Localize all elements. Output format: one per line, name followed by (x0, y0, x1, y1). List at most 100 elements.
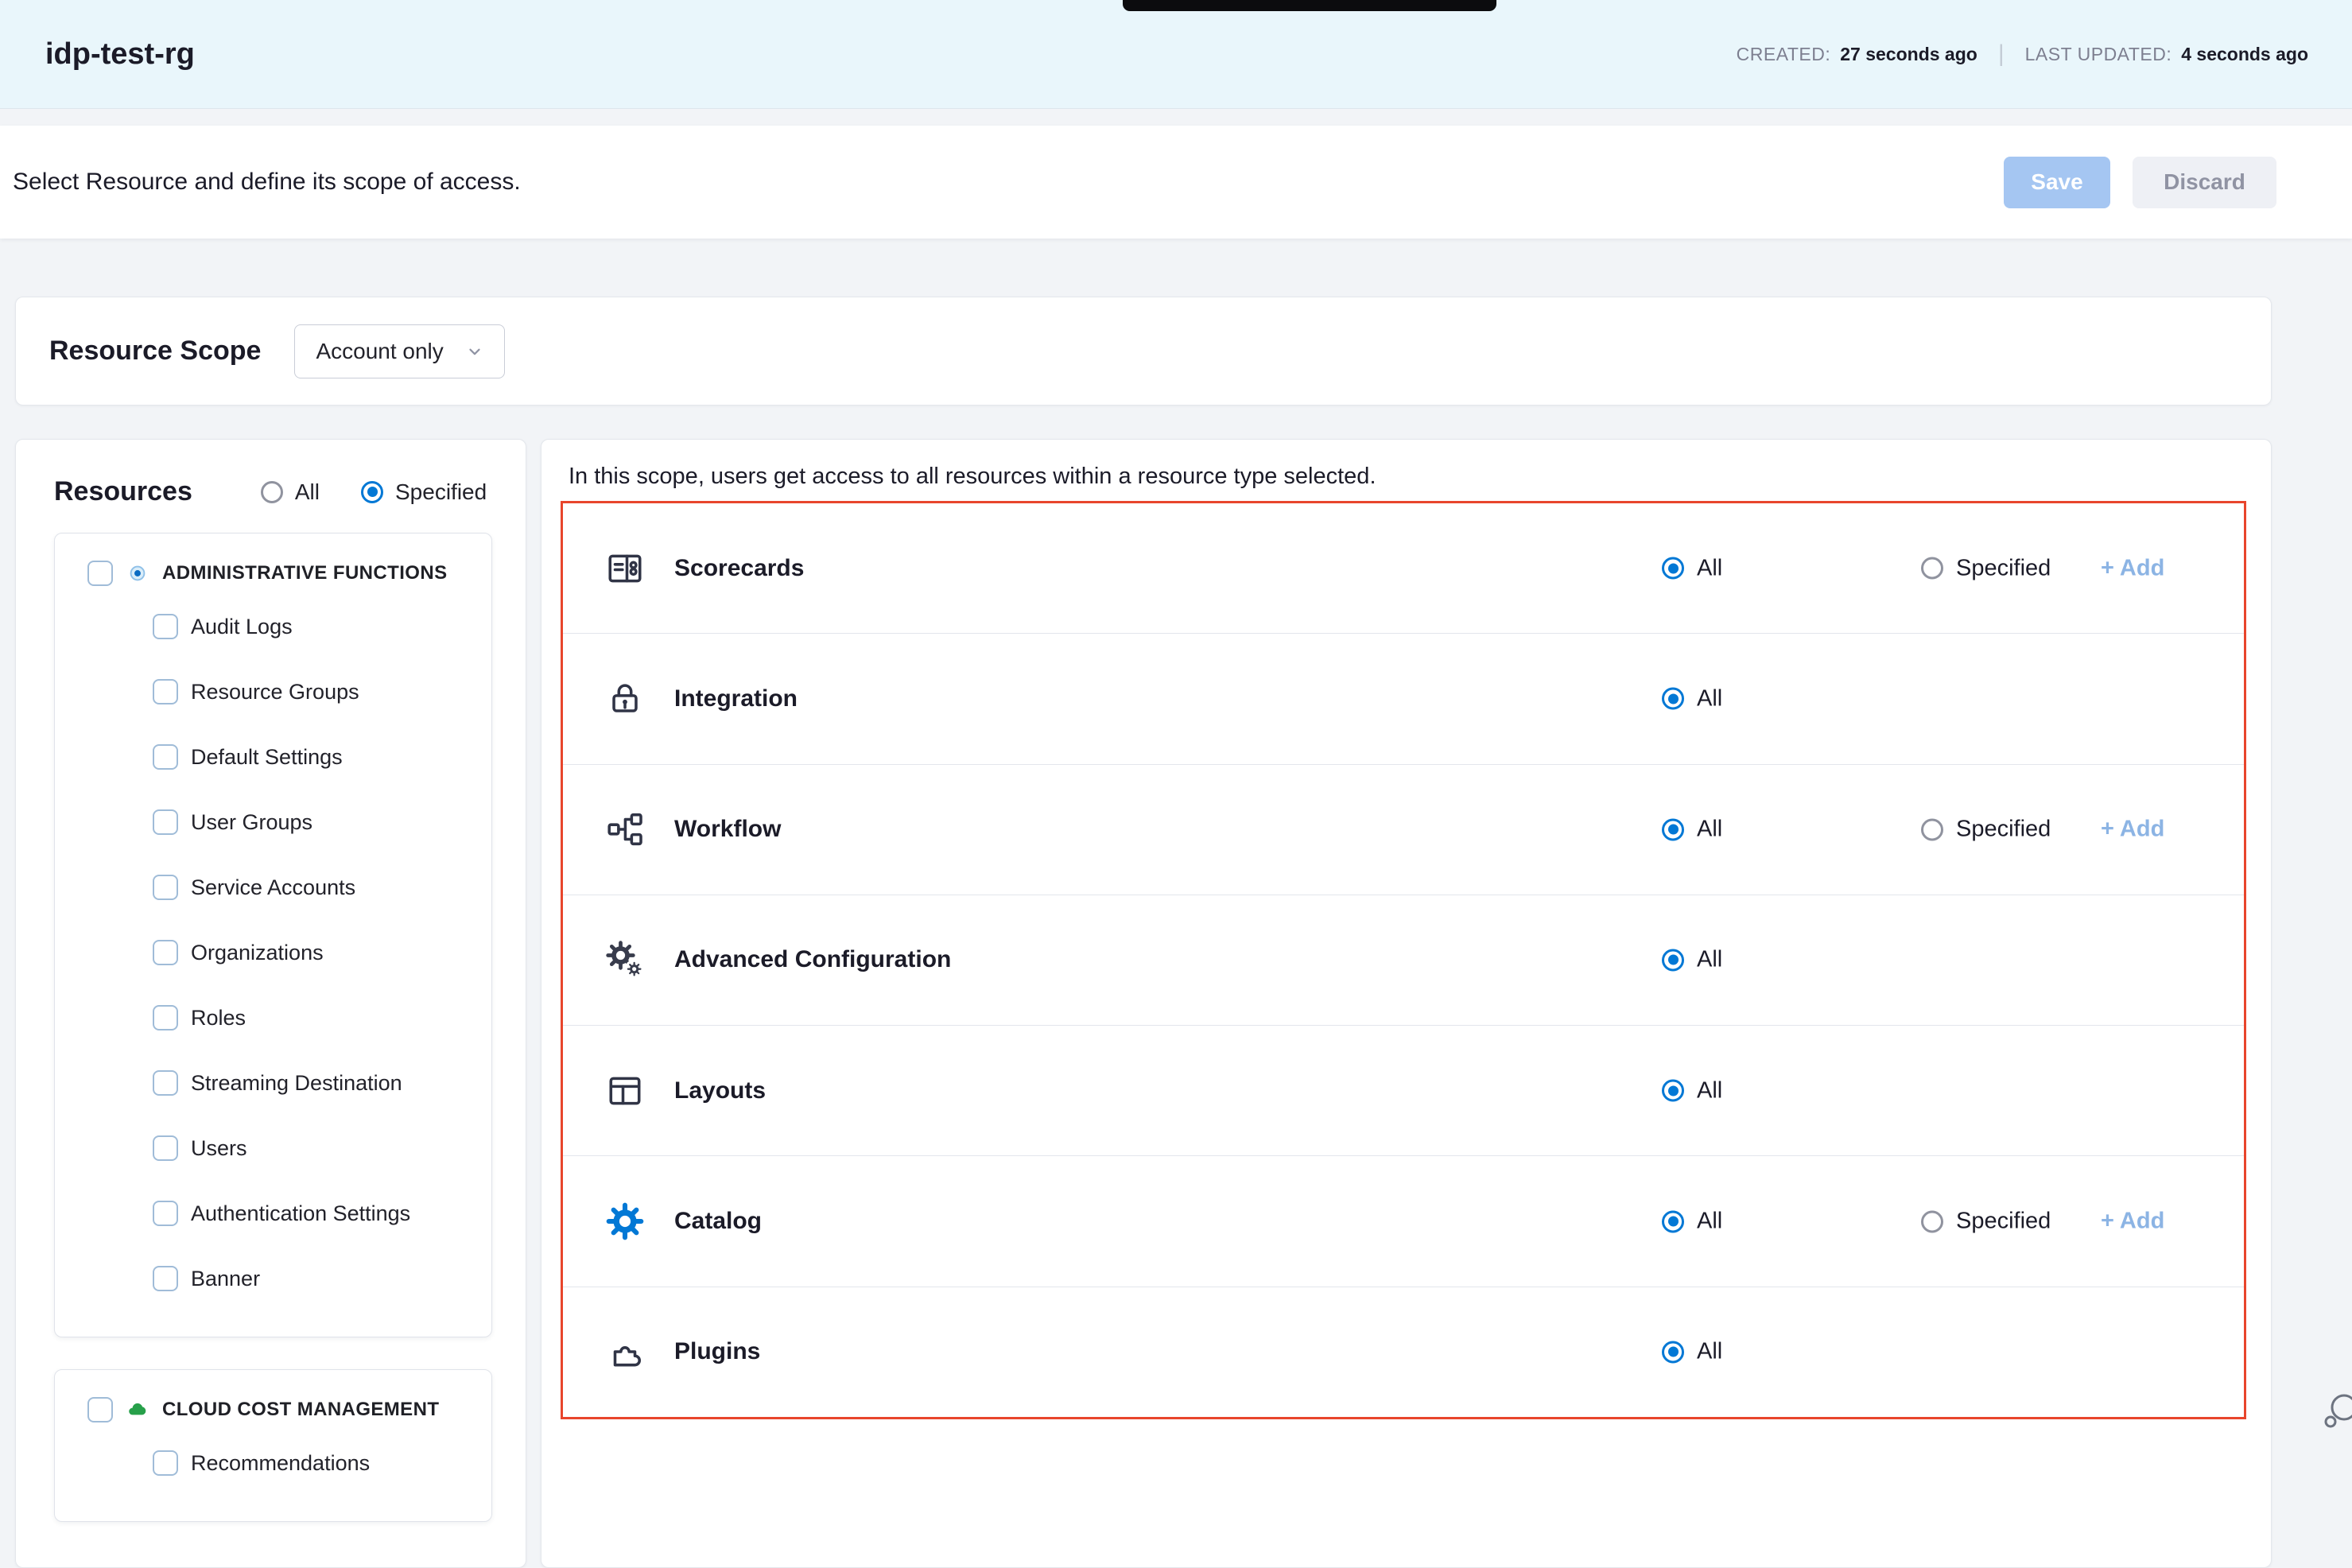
resource-scope-selected: Account only (316, 339, 443, 364)
resource-scope-dropdown[interactable]: Account only (294, 324, 504, 378)
specified-radio[interactable] (1921, 1210, 1943, 1232)
resource-item-row: Streaming Destination (55, 1050, 491, 1116)
scope-access-panel: In this scope, users get access to all r… (541, 439, 2272, 1568)
specified-radio-option[interactable]: Specified (1921, 817, 2051, 843)
all-radio-label: All (1697, 947, 1722, 973)
resource-type-label: Scorecards (674, 555, 804, 582)
group-name: ADMINISTRATIVE FUNCTIONS (162, 562, 447, 584)
add-link[interactable]: + Add (2101, 817, 2164, 843)
updated-value: 4 seconds ago (2181, 44, 2308, 65)
resource-groups: ADMINISTRATIVE FUNCTIONS Audit Logs Reso… (16, 533, 526, 1522)
all-radio-option[interactable]: All (1662, 1339, 1722, 1365)
all-radio-label: All (1697, 685, 1722, 712)
resource-item-row: Authentication Settings (55, 1181, 491, 1246)
item-checkbox[interactable] (153, 679, 178, 704)
resource-type-label: Integration (674, 685, 798, 712)
resource-type-label: Catalog (674, 1208, 762, 1235)
add-link[interactable]: + Add (2101, 1209, 2164, 1235)
all-radio-option[interactable]: All (1662, 555, 1722, 581)
created-value: 27 seconds ago (1840, 44, 1977, 65)
resource-item-label: Streaming Destination (191, 1071, 402, 1096)
discard-button[interactable]: Discard (2133, 157, 2276, 208)
admin-functions-icon (126, 562, 149, 584)
resources-header: Resources All Specified (16, 440, 526, 507)
add-link[interactable]: + Add (2101, 555, 2164, 581)
resource-type-label: Workflow (674, 816, 781, 843)
resource-type-row: Layouts All (563, 1025, 2244, 1155)
resource-item-label: Users (191, 1136, 247, 1161)
item-checkbox[interactable] (153, 744, 178, 770)
resource-item-row: Roles (55, 985, 491, 1050)
all-radio-option[interactable]: All (1662, 1209, 1722, 1235)
resource-item-row: Users (55, 1116, 491, 1181)
all-radio[interactable] (1662, 1341, 1684, 1363)
toolbar-description: Select Resource and define its scope of … (13, 169, 521, 196)
specified-radio-label: Specified (1956, 1209, 2051, 1235)
resource-item-label: Banner (191, 1267, 260, 1291)
all-radio[interactable] (1662, 1080, 1684, 1102)
header-meta: CREATED: 27 seconds ago | LAST UPDATED: … (1737, 41, 2308, 68)
page-title: idp-test-rg (45, 37, 195, 72)
specified-radio[interactable] (1921, 818, 1943, 840)
resource-types-box: Scorecards All Specified + Add Integrati… (561, 501, 2246, 1419)
group-checkbox[interactable] (87, 1397, 113, 1422)
advanced-config-icon (604, 939, 646, 980)
resources-panel: Resources All Specified ADMINISTRATIVE F… (15, 439, 526, 1568)
all-radio[interactable] (1662, 1210, 1684, 1232)
help-widget-icon[interactable] (2320, 1390, 2352, 1436)
group-checkbox[interactable] (87, 561, 113, 586)
resource-type-label: Advanced Configuration (674, 946, 951, 973)
resource-item-row: Recommendations (55, 1430, 491, 1496)
resource-type-row: Workflow All Specified + Add (563, 764, 2244, 895)
item-checkbox[interactable] (153, 809, 178, 835)
resource-type-label: Layouts (674, 1077, 766, 1104)
all-radio[interactable] (1662, 557, 1684, 580)
resources-all-radio[interactable] (261, 481, 283, 503)
catalog-icon (604, 1201, 646, 1242)
specified-radio-label: Specified (1956, 817, 2051, 843)
item-checkbox[interactable] (153, 940, 178, 965)
item-checkbox[interactable] (153, 1005, 178, 1030)
specified-radio[interactable] (1921, 557, 1943, 580)
all-radio[interactable] (1662, 818, 1684, 840)
all-radio-option[interactable]: All (1662, 1077, 1722, 1104)
resources-all-option[interactable]: All (261, 479, 320, 505)
scorecards-icon (604, 548, 646, 589)
resource-item-label: Roles (191, 1006, 246, 1030)
all-radio[interactable] (1662, 949, 1684, 971)
item-checkbox[interactable] (153, 1070, 178, 1096)
all-radio-option[interactable]: All (1662, 947, 1722, 973)
all-radio-option[interactable]: All (1662, 817, 1722, 843)
specified-radio-option[interactable]: Specified (1921, 555, 2051, 581)
resource-type-row: Advanced Configuration All (563, 895, 2244, 1025)
all-radio-label: All (1697, 1339, 1722, 1365)
resources-specified-radio[interactable] (361, 481, 383, 503)
all-radio[interactable] (1662, 688, 1684, 710)
all-radio-label: All (1697, 555, 1722, 581)
item-checkbox[interactable] (153, 1201, 178, 1226)
resource-type-label: Plugins (674, 1338, 760, 1365)
item-checkbox[interactable] (153, 875, 178, 900)
all-radio-label: All (1697, 1077, 1722, 1104)
meta-separator: | (1998, 41, 2005, 68)
save-button[interactable]: Save (2004, 157, 2110, 208)
item-checkbox[interactable] (153, 614, 178, 639)
resource-type-row: Integration All (563, 633, 2244, 763)
resource-item-label: Audit Logs (191, 615, 293, 639)
scope-note: In this scope, users get access to all r… (541, 440, 2271, 490)
resource-item-label: Default Settings (191, 745, 343, 770)
resource-item-row: Banner (55, 1246, 491, 1311)
item-checkbox[interactable] (153, 1135, 178, 1161)
item-checkbox[interactable] (153, 1450, 178, 1476)
workflow-icon (604, 809, 646, 850)
item-checkbox[interactable] (153, 1266, 178, 1291)
all-radio-label: All (1697, 1209, 1722, 1235)
resource-item-row: Organizations (55, 920, 491, 985)
resources-specified-option[interactable]: Specified (361, 479, 487, 505)
specified-radio-option[interactable]: Specified (1921, 1209, 2051, 1235)
resources-specified-label: Specified (395, 479, 487, 505)
all-radio-option[interactable]: All (1662, 685, 1722, 712)
resource-item-label: User Groups (191, 810, 312, 835)
top-notch (1123, 0, 1496, 11)
resource-item-row: Audit Logs (55, 594, 491, 659)
